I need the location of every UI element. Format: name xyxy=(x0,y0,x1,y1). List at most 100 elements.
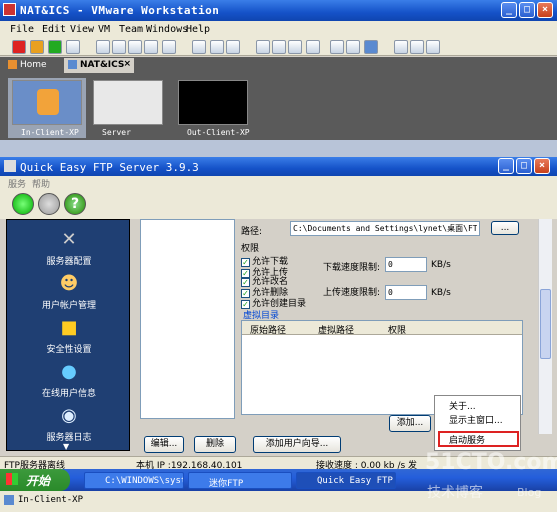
ftp-close-button[interactable]: × xyxy=(534,158,550,174)
menu-vm[interactable]: VM xyxy=(98,24,110,35)
watermark-site: 51CTO.com xyxy=(425,450,557,475)
perm-rename-checkbox[interactable]: ✓ 允许改名 xyxy=(241,274,288,287)
vm-label: Out-Client-XP xyxy=(187,128,250,137)
taskbar-item-quick-ftp[interactable]: Quick Easy FTP ... xyxy=(296,472,396,489)
menu-start-service[interactable]: 启动服务 xyxy=(449,433,485,446)
perm-delete-checkbox[interactable]: ✓ 允许删除 xyxy=(241,285,288,298)
lock-icon: ■ xyxy=(60,317,78,338)
stop-server-icon[interactable] xyxy=(38,193,60,215)
perm-download-checkbox[interactable]: ✓ 允许下载 xyxy=(241,254,288,267)
help-icon[interactable]: ? xyxy=(64,193,86,215)
sidebar-item-server-config[interactable]: ✕ 服务器配置 xyxy=(7,230,131,268)
vmware-title-bar[interactable]: NAT&ICS - VMware Workstation _ □ × xyxy=(0,0,557,21)
clone-icon[interactable] xyxy=(144,40,158,54)
vm-label: Server xyxy=(102,128,131,137)
vm-thumb-out-client[interactable]: Out-Client-XP xyxy=(174,78,252,138)
col-original-path[interactable]: 原始路径 xyxy=(250,323,286,336)
full-screen-icon[interactable] xyxy=(256,40,270,54)
snapshot-icon[interactable] xyxy=(96,40,110,54)
menu-team[interactable]: Team xyxy=(119,24,143,35)
usb-icon[interactable] xyxy=(226,40,240,54)
vm-thumbnails: In-Client-XP Server Out-Client-XP xyxy=(0,74,557,140)
menu-about[interactable]: 关于... xyxy=(449,399,476,412)
download-limit-input[interactable] xyxy=(385,257,427,272)
ftp-sidebar: ✕ 服务器配置 ☻ 用户帐户管理 ■ 安全性设置 ● 在线用户信息 ◉ 服务器日… xyxy=(6,219,130,451)
upload-limit-label: 上传速度限制: xyxy=(323,288,381,298)
perm-mkdir-checkbox[interactable]: ✓ 允许创建目录 xyxy=(241,296,306,309)
tab-home[interactable]: Home xyxy=(4,58,62,73)
col-permission[interactable]: 权限 xyxy=(388,323,406,336)
scroll-thumb[interactable] xyxy=(540,289,551,359)
quick-switch-icon[interactable] xyxy=(272,40,286,54)
console-view-icon[interactable] xyxy=(306,40,320,54)
suspend-icon[interactable] xyxy=(30,40,44,54)
lan-icon[interactable] xyxy=(210,40,224,54)
taskbar-item-cmd[interactable]: C:\WINDOWS\syst... xyxy=(84,472,184,489)
summary-view-icon[interactable] xyxy=(288,40,302,54)
globe-icon: ● xyxy=(61,361,77,382)
vmware-window-title: NAT&ICS - VMware Workstation xyxy=(20,4,220,17)
tabs-icon[interactable] xyxy=(346,40,360,54)
sidebar-item-server-log[interactable]: ◉ 服务器日志 xyxy=(7,406,131,444)
start-button[interactable]: 开始 xyxy=(0,469,70,491)
team-icon[interactable] xyxy=(162,40,176,54)
windows-logo-icon xyxy=(6,473,18,485)
ftp-minimize-button[interactable]: _ xyxy=(498,158,514,174)
upload-limit-input[interactable] xyxy=(385,285,427,300)
vmware-toolbar xyxy=(0,38,557,56)
vmware-tabs: Home NAT&ICS × xyxy=(0,57,557,74)
minimize-button[interactable]: _ xyxy=(501,2,517,18)
replay-icon[interactable] xyxy=(410,40,424,54)
menu-edit[interactable]: Edit xyxy=(42,24,66,35)
close-button[interactable]: × xyxy=(537,2,553,18)
start-label: 开始 xyxy=(26,474,51,488)
user-list[interactable] xyxy=(140,219,235,419)
vertical-scrollbar[interactable] xyxy=(538,219,552,434)
tray-context-menu: 关于... 显示主窗口... 启动服务 xyxy=(434,395,521,451)
thumbnail-icon[interactable] xyxy=(330,40,344,54)
maximize-button[interactable]: □ xyxy=(519,2,535,18)
tab-close-icon[interactable]: × xyxy=(123,59,131,69)
menu-file[interactable]: File xyxy=(10,24,34,35)
vm-status-icon xyxy=(4,495,14,505)
path-label: 路径: xyxy=(241,227,263,237)
start-server-icon[interactable] xyxy=(12,193,34,215)
vm-thumb-in-client[interactable]: In-Client-XP xyxy=(8,78,86,138)
sidebar-item-label: 在线用户信息 xyxy=(41,389,96,399)
power-on-icon[interactable] xyxy=(48,40,62,54)
watermark-subtitle: 技术博客 xyxy=(427,485,483,501)
table-header: 原始路径 虚拟路径 权限 xyxy=(242,321,522,336)
revert-icon[interactable] xyxy=(112,40,126,54)
ftp-title-bar[interactable]: Quick Easy FTP Server 3.9.3 _ □ × xyxy=(0,157,557,176)
upload-unit: KB/s xyxy=(431,288,451,298)
vmware-app-icon xyxy=(3,3,16,16)
add-user-wizard-button[interactable]: 添加用户向导... xyxy=(253,436,341,453)
tab-nat-ics[interactable]: NAT&ICS × xyxy=(64,58,134,73)
sidebar-item-security[interactable]: ■ 安全性设置 xyxy=(7,317,131,356)
download-limit-label: 下载速度限制: xyxy=(323,263,381,273)
menu-show-main-window[interactable]: 显示主窗口... xyxy=(449,413,503,426)
record-icon[interactable] xyxy=(394,40,408,54)
browse-button[interactable]: ... xyxy=(491,221,519,235)
sidebar-scroll-down-icon[interactable]: ▼ xyxy=(63,442,69,451)
capture-icon[interactable] xyxy=(426,40,440,54)
snapshot-manager-icon[interactable] xyxy=(128,40,142,54)
menu-view[interactable]: View xyxy=(70,24,94,35)
sidebar-icon[interactable] xyxy=(364,40,378,54)
menu-help[interactable]: Help xyxy=(186,24,210,35)
vm-preview-out-client xyxy=(178,80,248,125)
menu-windows[interactable]: Windows xyxy=(146,24,188,35)
sidebar-item-user-accounts[interactable]: ☻ 用户帐户管理 xyxy=(7,274,131,312)
sidebar-item-online-users[interactable]: ● 在线用户信息 xyxy=(7,361,131,400)
power-off-icon[interactable] xyxy=(12,40,26,54)
vm-thumb-server[interactable]: Server xyxy=(89,78,167,138)
col-virtual-path[interactable]: 虚拟路径 xyxy=(318,323,354,336)
add-vdir-button[interactable]: 添加... xyxy=(389,415,431,432)
reset-icon[interactable] xyxy=(66,40,80,54)
delete-button[interactable]: 删除 xyxy=(194,436,236,453)
path-input[interactable] xyxy=(290,221,480,236)
taskbar-item-mini-ftp[interactable]: 迷你FTP xyxy=(188,472,292,489)
network-icon[interactable] xyxy=(192,40,206,54)
edit-button[interactable]: 编辑... xyxy=(144,436,184,453)
ftp-maximize-button[interactable]: □ xyxy=(516,158,532,174)
